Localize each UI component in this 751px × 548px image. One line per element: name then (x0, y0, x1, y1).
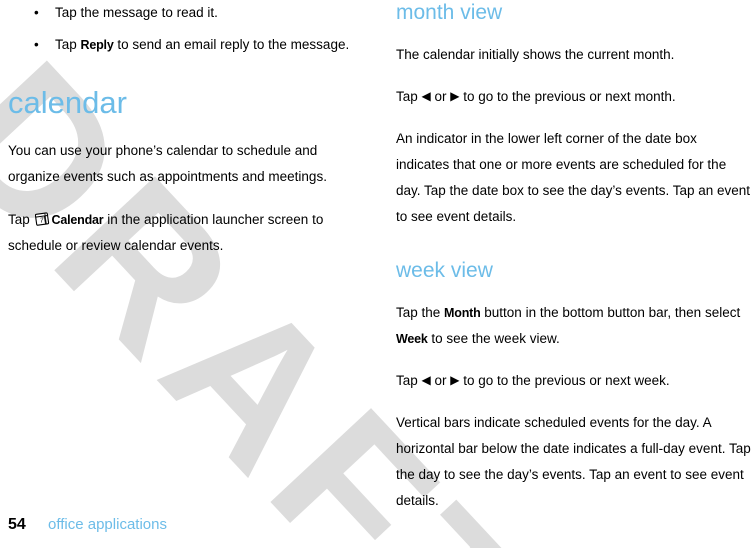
list-item-text-tail: to send an email reply to the message. (113, 37, 350, 52)
month-button-label: Month (444, 306, 481, 320)
month-view-paragraph-1: The calendar initially shows the current… (396, 47, 675, 62)
paragraph-text-middle: button in the bottom button bar, then se… (480, 305, 741, 320)
page-content: • Tap the message to read it. • Tap Reply … (0, 0, 751, 548)
paragraph-text-lead: Tap (8, 212, 34, 227)
calendar-launch-paragraph: Tap 7 Calendar in the application launch… (8, 207, 360, 259)
right-column: month view The calendar initially shows … (396, 0, 751, 514)
paragraph-text-middle: or (430, 89, 451, 104)
page-footer: 54 office applications (0, 514, 751, 540)
bullet-marker: • (34, 5, 39, 20)
paragraph-text-tail: to go to the previous or next month. (459, 89, 676, 104)
week-view-paragraph-2: Tap ◀ or ▶ to go to the previous or next… (396, 368, 751, 394)
list-item: • Tap the message to read it. (8, 0, 360, 26)
page-number: 54 (8, 516, 26, 533)
calendar-app-label: Calendar (51, 213, 104, 227)
bullet-marker: • (34, 37, 39, 52)
list-item: • Tap Reply to send an email reply to the… (8, 32, 360, 58)
bullet-list: • Tap the message to read it. • Tap Reply … (8, 0, 360, 58)
paragraph-text-middle: or (430, 373, 451, 388)
left-column: • Tap the message to read it. • Tap Reply … (8, 0, 360, 259)
footer-section-title: office applications (48, 516, 167, 533)
week-view-paragraph-3: Vertical bars indicate scheduled events … (396, 415, 751, 508)
paragraph-text-lead: Tap (396, 89, 422, 104)
arrow-right-icon: ▶ (450, 89, 460, 103)
arrow-left-icon: ◀ (421, 373, 431, 387)
list-item-text: Tap (55, 37, 81, 52)
list-item-text: Tap the message to read it. (55, 5, 218, 20)
page-title-calendar: calendar (8, 85, 127, 120)
paragraph-text-lead: Tap (396, 373, 422, 388)
reply-label: Reply (80, 38, 114, 52)
week-view-paragraph-1: Tap the Month button in the bottom butto… (396, 300, 751, 352)
section-heading-month-view: month view (396, 1, 503, 24)
arrow-left-icon: ◀ (421, 89, 431, 103)
paragraph-text-tail: to go to the previous or next week. (459, 373, 670, 388)
calendar-icon: 7 (34, 209, 50, 226)
paragraph-text-tail: to see the week view. (427, 331, 560, 346)
month-view-paragraph-2: Tap ◀ or ▶ to go to the previous or next… (396, 84, 751, 110)
paragraph-text-lead: Tap the (396, 305, 445, 320)
month-view-paragraph-3: An indicator in the lower left corner of… (396, 131, 751, 224)
arrow-right-icon: ▶ (450, 373, 460, 387)
section-heading-week-view: week view (396, 259, 493, 282)
calendar-intro-paragraph: You can use your phone’s calendar to sch… (8, 143, 327, 184)
week-option-label: Week (396, 332, 428, 346)
